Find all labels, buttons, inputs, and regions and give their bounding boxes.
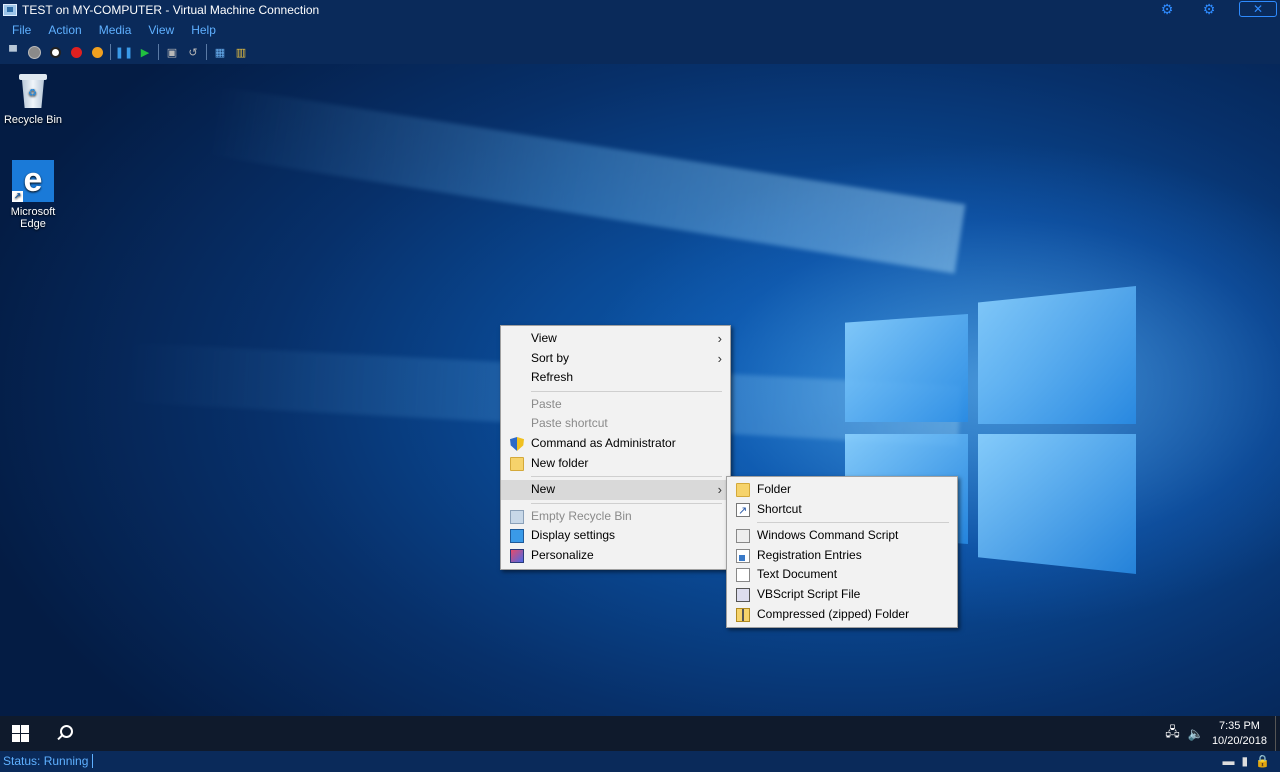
submenu-item-vbscript-script-file[interactable]: VBScript Script File (727, 585, 957, 605)
wallpaper-logo-pane (845, 314, 968, 422)
text-document-icon (736, 568, 750, 583)
taskbar: 🖧 🔈 7:35 PM 10/20/2018 (0, 716, 1280, 751)
toolbar-separator (206, 44, 207, 60)
status-bar-icons: ▬ ▮ 🔒 (1222, 754, 1270, 768)
chevron-right-icon: › (717, 331, 722, 346)
system-tray: 🖧 🔈 7:35 PM 10/20/2018 (1165, 716, 1280, 751)
desktop-icon-label: Microsoft Edge (10, 206, 56, 230)
shortcut-arrow-icon: ↗ (12, 191, 23, 202)
recycle-bin-icon (510, 509, 524, 524)
menu-item-new-folder[interactable]: New folder (501, 454, 730, 474)
submenu-item-registration-entries[interactable]: Registration Entries (727, 546, 957, 566)
menu-separator (757, 522, 949, 524)
submenu-item-shortcut[interactable]: Shortcut (727, 500, 957, 521)
menu-item-paste-shortcut: Paste shortcut (531, 416, 608, 431)
zip-folder-icon (736, 607, 750, 622)
menu-separator (531, 390, 722, 392)
toolbar: ▀ ❚❚ ▶ ▣ ↺ ▦ ▥ (0, 40, 1280, 64)
share-icon[interactable]: ▥ (233, 44, 249, 60)
usb-icon: ▮ (1241, 754, 1249, 768)
toolbar-separator (158, 44, 159, 60)
menu-item-display-settings[interactable]: Display settings (501, 526, 730, 546)
menu-item-command-as-administrator[interactable]: Command as Administrator (501, 434, 730, 454)
window-title: TEST on MY-COMPUTER - Virtual Machine Co… (22, 3, 320, 17)
personalize-icon (510, 548, 524, 563)
ctrl-alt-del-icon[interactable]: ▀ (5, 44, 21, 60)
chevron-right-icon: › (717, 482, 722, 498)
edge-icon: e ↗ (12, 160, 54, 202)
checkpoint-icon[interactable]: ▣ (164, 44, 180, 60)
zoom-icon[interactable]: ⚙ (1158, 1, 1176, 17)
desktop-icon-label: Recycle Bin (3, 114, 63, 126)
pause-icon[interactable]: ❚❚ (115, 44, 133, 60)
settings-icon[interactable]: ⚙ (1200, 1, 1218, 17)
clock[interactable]: 7:35 PM 10/20/2018 (1212, 719, 1267, 749)
menu-help[interactable]: Help (191, 23, 216, 37)
volume-icon[interactable]: 🔈 (1188, 726, 1204, 742)
shut-down-icon[interactable] (68, 44, 84, 60)
menu-item-personalize[interactable]: Personalize (501, 546, 730, 566)
shield-icon (510, 436, 524, 451)
folder-icon (736, 483, 750, 497)
menu-item-paste: Paste (531, 396, 562, 411)
start-icon[interactable] (26, 44, 42, 60)
windows-start-icon[interactable] (12, 725, 29, 742)
wallpaper-logo-pane (978, 286, 1136, 424)
clock-time: 7:35 PM (1218, 719, 1260, 732)
close-button[interactable]: ✕ (1239, 1, 1277, 17)
menu-item-sort-by[interactable]: Sort by › (501, 349, 730, 369)
show-desktop-button[interactable] (1275, 716, 1280, 751)
menu-bar: File Action Media View Help (0, 20, 1280, 40)
keyboard-icon: ▬ (1222, 754, 1235, 768)
menu-separator (531, 476, 722, 478)
menu-item-view[interactable]: View › (501, 329, 730, 349)
search-icon[interactable] (55, 724, 73, 742)
chevron-right-icon: › (717, 350, 722, 366)
submenu-item-folder[interactable]: Folder (727, 480, 957, 500)
menu-view[interactable]: View (148, 23, 174, 37)
lock-icon: 🔒 (1255, 754, 1270, 768)
desktop-icon-microsoft-edge[interactable]: e ↗ Microsoft Edge (0, 160, 68, 230)
menu-item-empty-recycle-bin: Empty Recycle Bin (501, 507, 730, 527)
clock-date: 10/20/2018 (1211, 734, 1267, 747)
network-icon[interactable]: 🖧 (1165, 723, 1180, 745)
display-icon (510, 529, 524, 544)
desktop-context-menu: View › Sort by › Refresh Paste Paste short… (500, 325, 731, 570)
enhanced-session-icon[interactable]: ▦ (212, 44, 228, 60)
submenu-item-windows-command-script[interactable]: Windows Command Script (727, 526, 957, 546)
desktop-icon-recycle-bin[interactable]: ♻ Recycle Bin (0, 72, 68, 126)
submenu-item-compressed-zipped-folder[interactable]: Compressed (zipped) Folder (727, 605, 957, 625)
menu-action[interactable]: Action (48, 23, 81, 37)
menu-item-new[interactable]: New › (501, 480, 730, 500)
wallpaper-logo-pane (978, 434, 1136, 574)
toolbar-separator (110, 44, 111, 60)
submenu-item-text-document[interactable]: Text Document (727, 565, 957, 585)
save-icon[interactable] (89, 44, 105, 60)
cmd-script-icon (736, 529, 750, 544)
new-submenu: Folder Shortcut Windows Command Script R… (726, 476, 958, 629)
revert-icon[interactable]: ↺ (185, 44, 201, 60)
vm-connection-app-icon (3, 4, 17, 16)
window-title-bar: TEST on MY-COMPUTER - Virtual Machine Co… (0, 0, 1280, 20)
resume-icon[interactable]: ▶ (137, 44, 153, 60)
menu-media[interactable]: Media (99, 23, 132, 37)
registry-icon (736, 548, 750, 563)
menu-item-refresh[interactable]: Refresh (501, 368, 730, 388)
recycle-bin-icon: ♻ (17, 72, 49, 110)
folder-icon (510, 456, 524, 471)
menu-separator (531, 502, 722, 504)
turn-off-icon[interactable] (47, 44, 63, 60)
wallpaper-light-beam (203, 85, 966, 274)
status-bar: Status: Running ▬ ▮ 🔒 (0, 751, 1280, 772)
vm-status-text: Status: Running (3, 754, 94, 768)
shortcut-icon (736, 502, 750, 521)
vbscript-icon (736, 587, 750, 602)
menu-file[interactable]: File (12, 23, 31, 37)
